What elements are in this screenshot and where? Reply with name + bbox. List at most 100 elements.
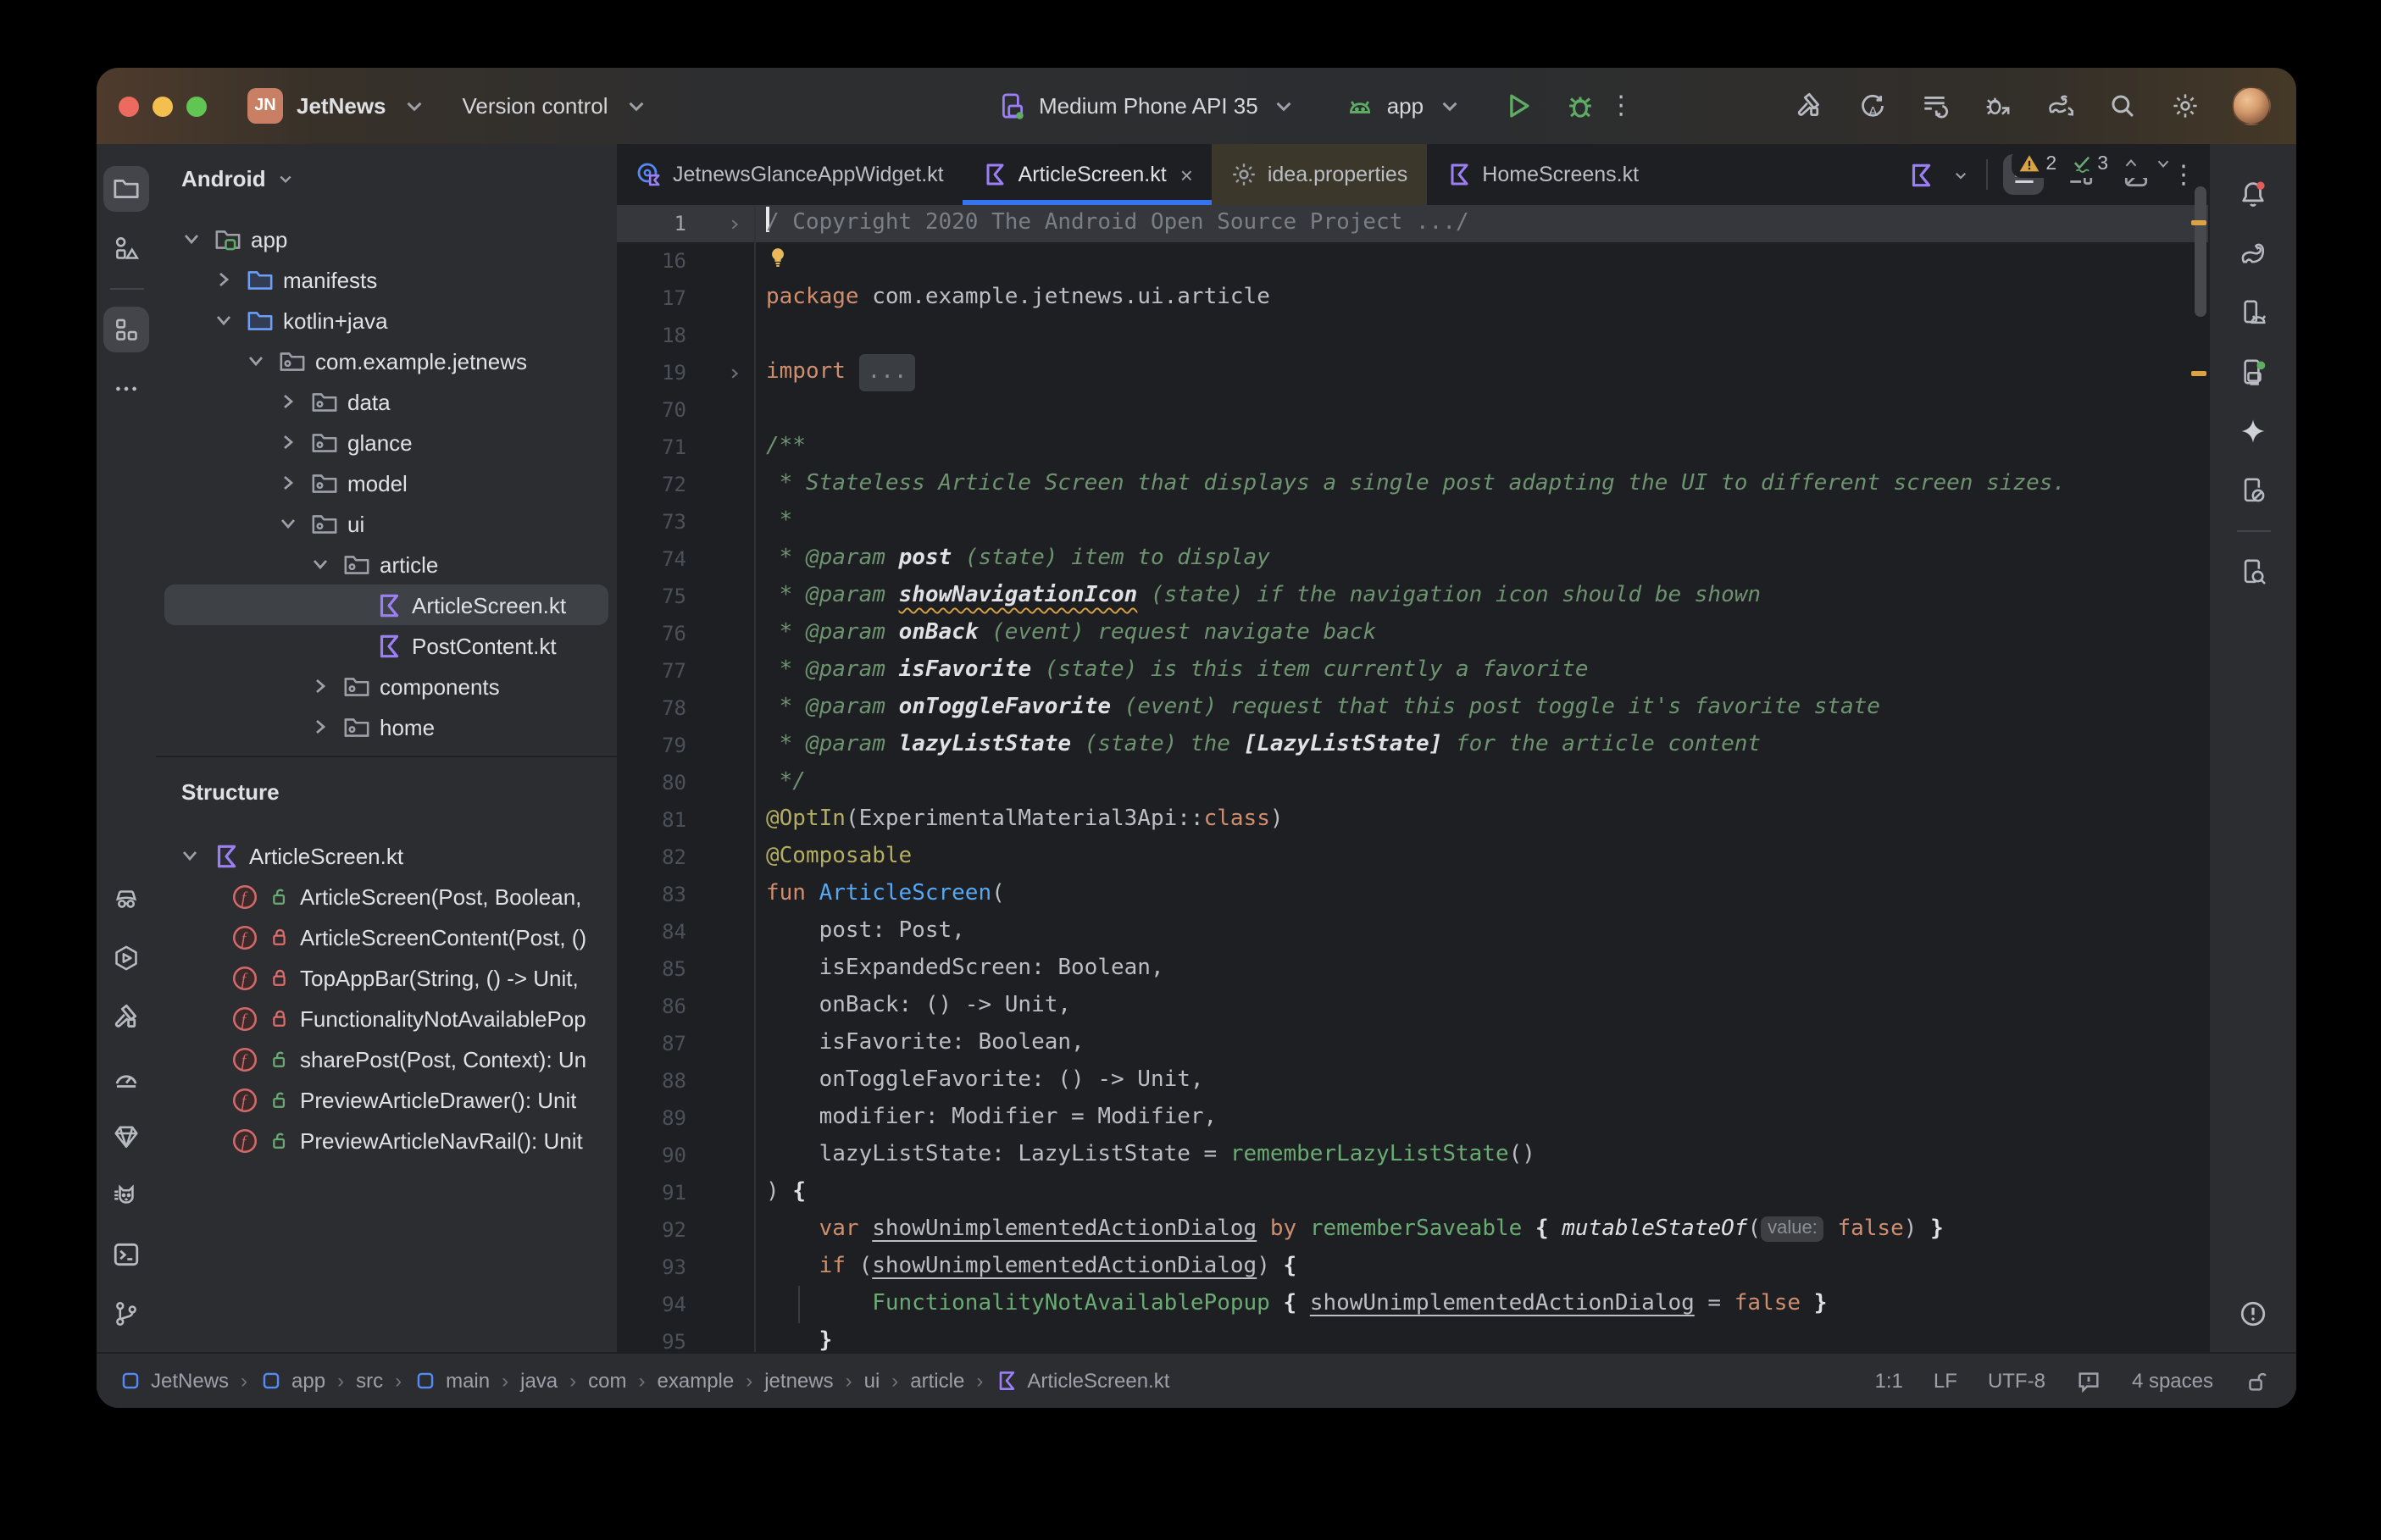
code-line-94[interactable]: 94 FunctionalityNotAvailablePopup { show… [617, 1286, 2210, 1323]
tool-window-resource-manager-button[interactable] [103, 225, 149, 271]
file-encoding[interactable]: UTF-8 [1988, 1369, 2045, 1393]
code-line-18[interactable]: 18 [617, 317, 2210, 354]
code-line-85[interactable]: 85 isExpandedScreen: Boolean, [617, 950, 2210, 988]
code-area[interactable]: 1/ Copyright 2020 The Android Open Sourc… [617, 205, 2210, 1354]
tool-window-build-button[interactable] [103, 994, 149, 1040]
code-line-1[interactable]: 1/ Copyright 2020 The Android Open Sourc… [617, 205, 2210, 242]
project-tree-row-app[interactable]: app [156, 219, 617, 259]
tab-idea.properties[interactable]: idea.properties [1212, 144, 1426, 205]
breadcrumb-item-com[interactable]: com [588, 1369, 626, 1393]
code-line-74[interactable]: 74 * @param post (state) item to display [617, 540, 2210, 578]
code-line-17[interactable]: 17package com.example.jetnews.ui.article [617, 280, 2210, 317]
tool-window-profiler-button[interactable] [103, 1054, 149, 1100]
chevron-right-icon[interactable] [275, 469, 302, 496]
project-tree-row-glance[interactable]: glance [156, 422, 617, 463]
tool-window-more-button[interactable] [103, 366, 149, 412]
code-line-83[interactable]: 83fun ArticleScreen( [617, 876, 2210, 913]
tool-window-app-quality-insights-button[interactable] [103, 1113, 149, 1159]
chevron-right-icon[interactable] [307, 673, 334, 700]
tool-window-services-button[interactable] [103, 935, 149, 981]
inspections-widget[interactable]: 2 3 [2012, 149, 2179, 178]
structure-row[interactable]: fPreviewArticleNavRail(): Unit [156, 1120, 617, 1161]
code-line-76[interactable]: 76 * @param onBack (event) request navig… [617, 615, 2210, 652]
editor-scrollbar[interactable] [2195, 186, 2206, 317]
code-line-82[interactable]: 82@Composable [617, 839, 2210, 876]
run-configuration[interactable]: app [1387, 93, 1424, 119]
settings-button[interactable] [2164, 86, 2205, 126]
attach-debugger-button[interactable] [1976, 86, 2017, 126]
structure-row[interactable]: fArticleScreenContent(Post, () [156, 917, 617, 957]
debug-button[interactable] [1564, 90, 1596, 122]
breadcrumb-item-app[interactable]: app [259, 1369, 325, 1393]
structure-row-ArticleScreen.kt[interactable]: ArticleScreen.kt [156, 835, 617, 876]
chevron-down-icon[interactable] [176, 842, 203, 869]
search-everywhere-button[interactable] [2101, 86, 2142, 126]
chevron-right-icon[interactable] [275, 388, 302, 415]
project-tree-row-PostContent.kt[interactable]: PostContent.kt [156, 625, 617, 666]
code-line-78[interactable]: 78 * @param onToggleFavorite (event) req… [617, 690, 2210, 727]
code-line-71[interactable]: 71/** [617, 429, 2210, 466]
breadcrumb-item-jetnews[interactable]: jetnews [764, 1369, 833, 1393]
chevron-down-icon[interactable] [1435, 91, 1464, 120]
breadcrumb-item-example[interactable]: example [658, 1369, 735, 1393]
tool-window-gemini-button[interactable] [2230, 408, 2276, 454]
project-tree-row-model[interactable]: model [156, 463, 617, 503]
project-tree-row[interactable] [156, 747, 617, 756]
code-line-91[interactable]: 91) { [617, 1174, 2210, 1211]
minimize-window-button[interactable] [153, 96, 173, 116]
code-line-72[interactable]: 72 * Stateless Article Screen that displ… [617, 466, 2210, 503]
tool-window-version-control-button[interactable] [103, 1291, 149, 1337]
tab-JetnewsGlanceAppWidget.kt[interactable]: JetnewsGlanceAppWidget.kt [617, 144, 963, 205]
breadcrumb-item-JetNews[interactable]: JetNews [119, 1369, 229, 1393]
inspection-highlight-icon[interactable] [2076, 1368, 2101, 1393]
fold-chevron-icon[interactable] [686, 205, 754, 242]
chevron-down-icon[interactable] [178, 225, 205, 252]
maximize-window-button[interactable] [186, 96, 207, 116]
code-line-73[interactable]: 73 * [617, 503, 2210, 540]
breadcrumb-item-main[interactable]: main [413, 1369, 490, 1393]
run-button[interactable] [1501, 90, 1534, 122]
tool-window-running-devices-button[interactable] [2230, 349, 2276, 395]
build-button[interactable] [1788, 86, 1829, 126]
project-tree-row-data[interactable]: data [156, 381, 617, 422]
project-tree-row-components[interactable]: components [156, 666, 617, 706]
breadcrumb-item-ArticleScreen.kt[interactable]: ArticleScreen.kt [995, 1369, 1169, 1393]
project-tree-row-home[interactable]: home [156, 706, 617, 747]
code-line-90[interactable]: 90 lazyListState: LazyListState = rememb… [617, 1137, 2210, 1174]
fold-chevron-icon[interactable] [686, 354, 754, 391]
gradle-sync-button[interactable] [2039, 86, 2079, 126]
more-run-options-button[interactable]: ⋮ [1608, 93, 1634, 119]
breadcrumb-item-article[interactable]: article [910, 1369, 964, 1393]
code-line-84[interactable]: 84 post: Post, [617, 913, 2210, 950]
code-line-93[interactable]: 93 if (showUnimplementedActionDialog) { [617, 1249, 2210, 1286]
project-tree-row-ArticleScreen.kt[interactable]: ArticleScreen.kt [164, 584, 608, 625]
code-line-95[interactable]: 95 } [617, 1323, 2210, 1354]
task-list-button[interactable] [1913, 86, 1954, 126]
tab-ArticleScreen.kt[interactable]: ArticleScreen.kt× [963, 144, 1212, 205]
chevron-down-icon[interactable] [622, 91, 651, 120]
chevron-right-icon[interactable] [210, 266, 237, 293]
tool-window-gradle-button[interactable] [2230, 230, 2276, 276]
prev-problem-button[interactable] [2122, 152, 2140, 174]
structure-row[interactable]: fTopAppBar(String, () -> Unit, [156, 957, 617, 998]
project-tree-row-com.example.jetnews[interactable]: com.example.jetnews [156, 341, 617, 381]
code-line-92[interactable]: 92 var showUnimplementedActionDialog by … [617, 1211, 2210, 1249]
device-selector[interactable]: Medium Phone API 35 [1039, 93, 1258, 119]
chevron-right-icon[interactable] [307, 713, 334, 740]
warning-stripe-mark[interactable] [2191, 371, 2206, 376]
line-ending[interactable]: LF [1934, 1369, 1957, 1393]
structure-row[interactable]: fPreviewArticleDrawer(): Unit [156, 1079, 617, 1120]
code-line-75[interactable]: 75 * @param showNavigationIcon (state) i… [617, 578, 2210, 615]
code-line-86[interactable]: 86 onBack: () -> Unit, [617, 988, 2210, 1025]
warning-stripe-mark[interactable] [2191, 220, 2206, 225]
code-line-89[interactable]: 89 modifier: Modifier = Modifier, [617, 1100, 2210, 1137]
code-line-70[interactable]: 70 [617, 391, 2210, 429]
tool-window-device-mirroring-button[interactable] [2230, 468, 2276, 513]
avatar[interactable] [2232, 86, 2271, 125]
code-line-16[interactable]: 16 [617, 242, 2210, 280]
code-line-79[interactable]: 79 * @param lazyListState (state) the [L… [617, 727, 2210, 764]
structure-row[interactable]: fsharePost(Post, Context): Un [156, 1039, 617, 1079]
breadcrumb-item-java[interactable]: java [520, 1369, 558, 1393]
chevron-down-icon[interactable] [242, 347, 269, 374]
chevron-down-icon[interactable] [275, 510, 302, 537]
